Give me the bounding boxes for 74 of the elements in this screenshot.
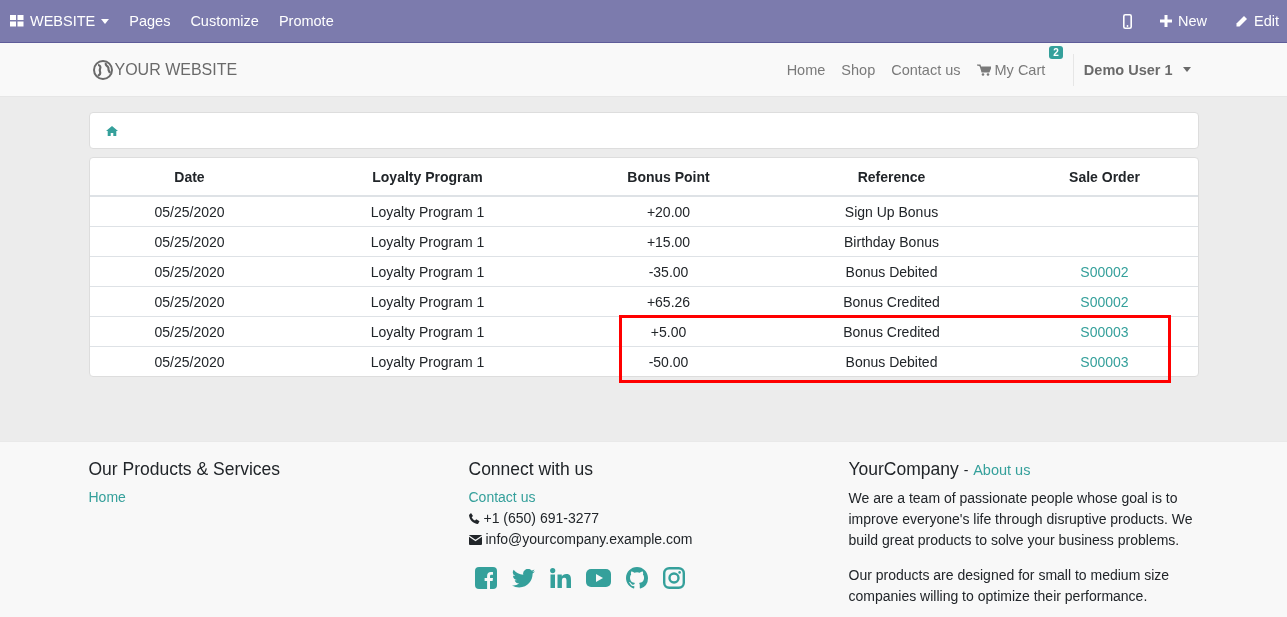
phone-icon: [468, 513, 480, 524]
caret-icon: [1182, 67, 1191, 72]
separator: -: [963, 462, 969, 478]
site-logo[interactable]: YOUR WEBSITE: [114, 60, 238, 79]
edit-button[interactable]: Edit: [1235, 13, 1279, 29]
top-menu-item[interactable]: Pages: [129, 13, 171, 29]
column-header: Sale Order: [1069, 168, 1140, 185]
table-cell: -50.00: [648, 353, 689, 370]
table-cell: Loyalty Program 1: [370, 263, 485, 280]
table-cell: Loyalty Program 1: [370, 293, 485, 310]
order-link[interactable]: S00003: [1080, 353, 1129, 370]
email-address: info@yourcompany.example.com: [485, 530, 693, 549]
table-cell: Loyalty Program 1: [370, 233, 485, 250]
company-description: We are a team of passionate people whose goal is to improve everyone's life through disruptive products. We build great products to solve your business problems.: [848, 489, 1194, 550]
table-cell: Bonus Debited: [845, 353, 938, 370]
column-header: Bonus Point: [627, 168, 710, 185]
table-cell: 05/25/2020: [154, 323, 225, 340]
nav-link[interactable]: Home: [786, 61, 826, 78]
table-cell: Bonus Debited: [845, 263, 938, 280]
plus-icon: [1160, 15, 1172, 27]
phone-number: +1 (650) 691-3277: [483, 509, 600, 528]
table-cell: Loyalty Program 1: [370, 353, 485, 370]
cart-count-badge: 2: [1049, 45, 1063, 59]
table-cell: 05/25/2020: [154, 293, 225, 310]
linkedin-icon[interactable]: [549, 568, 571, 588]
table-cell: Birthday Bonus: [844, 233, 939, 250]
github-icon[interactable]: [625, 567, 648, 589]
website-menu[interactable]: WEBSITE: [10, 13, 110, 29]
cart-link[interactable]: My Cart: [976, 61, 1046, 78]
table-cell: Bonus Credited: [843, 323, 940, 340]
table-cell: 05/25/2020: [154, 233, 225, 250]
order-link[interactable]: S00002: [1080, 293, 1129, 310]
bird-icon[interactable]: [511, 568, 535, 588]
footer-link[interactable]: Contact us: [468, 489, 536, 505]
caret-icon: [101, 18, 110, 24]
play-button-icon[interactable]: [585, 569, 611, 587]
facebook-icon[interactable]: [474, 567, 497, 589]
new-button[interactable]: New: [1160, 13, 1207, 29]
mobile-phone-icon[interactable]: [1123, 13, 1132, 29]
table-cell: Sign Up Bonus: [844, 203, 939, 220]
company-description: Our products are designed for small to medium size companies willing to optimize their performance.: [848, 566, 1171, 606]
table-cell: 05/25/2020: [154, 353, 225, 370]
table-cell: +20.00: [646, 203, 691, 220]
top-menu-item[interactable]: Promote: [278, 13, 334, 29]
nav-link[interactable]: Shop: [841, 61, 876, 78]
apps-grid-icon: [10, 15, 24, 27]
table-cell: 05/25/2020: [154, 263, 225, 280]
top-menu-item[interactable]: Customize: [190, 13, 259, 29]
table-cell: Bonus Credited: [843, 293, 940, 310]
order-link[interactable]: S00003: [1080, 323, 1129, 340]
nav-link[interactable]: Contact us: [891, 61, 961, 78]
table-cell: Loyalty Program 1: [370, 203, 485, 220]
home-icon[interactable]: [105, 125, 118, 136]
footer-link[interactable]: Home: [88, 489, 126, 505]
column-header: Date: [174, 168, 205, 185]
table-cell: 05/25/2020: [154, 203, 225, 220]
column-header: Loyalty Program: [372, 168, 483, 185]
table-cell: +65.26: [646, 293, 691, 310]
table-cell: -35.00: [648, 263, 689, 280]
table-cell: +15.00: [646, 233, 691, 250]
user-menu[interactable]: Demo User 1: [1072, 53, 1199, 86]
about-link[interactable]: About us: [973, 462, 1031, 478]
footer-heading: Connect with us: [468, 458, 594, 480]
globe-icon: [92, 59, 113, 80]
table-cell: +5.00: [650, 323, 687, 340]
footer-heading: Our Products & Services: [88, 458, 282, 480]
envelope-icon: [468, 534, 482, 545]
column-header: Reference: [857, 168, 926, 185]
instagram-icon[interactable]: [662, 567, 685, 589]
cart-icon: [976, 63, 991, 76]
pencil-icon: [1235, 14, 1248, 28]
table-cell: Loyalty Program 1: [370, 323, 485, 340]
company-name: YourCompany: [848, 459, 959, 479]
order-link[interactable]: S00002: [1080, 263, 1129, 280]
